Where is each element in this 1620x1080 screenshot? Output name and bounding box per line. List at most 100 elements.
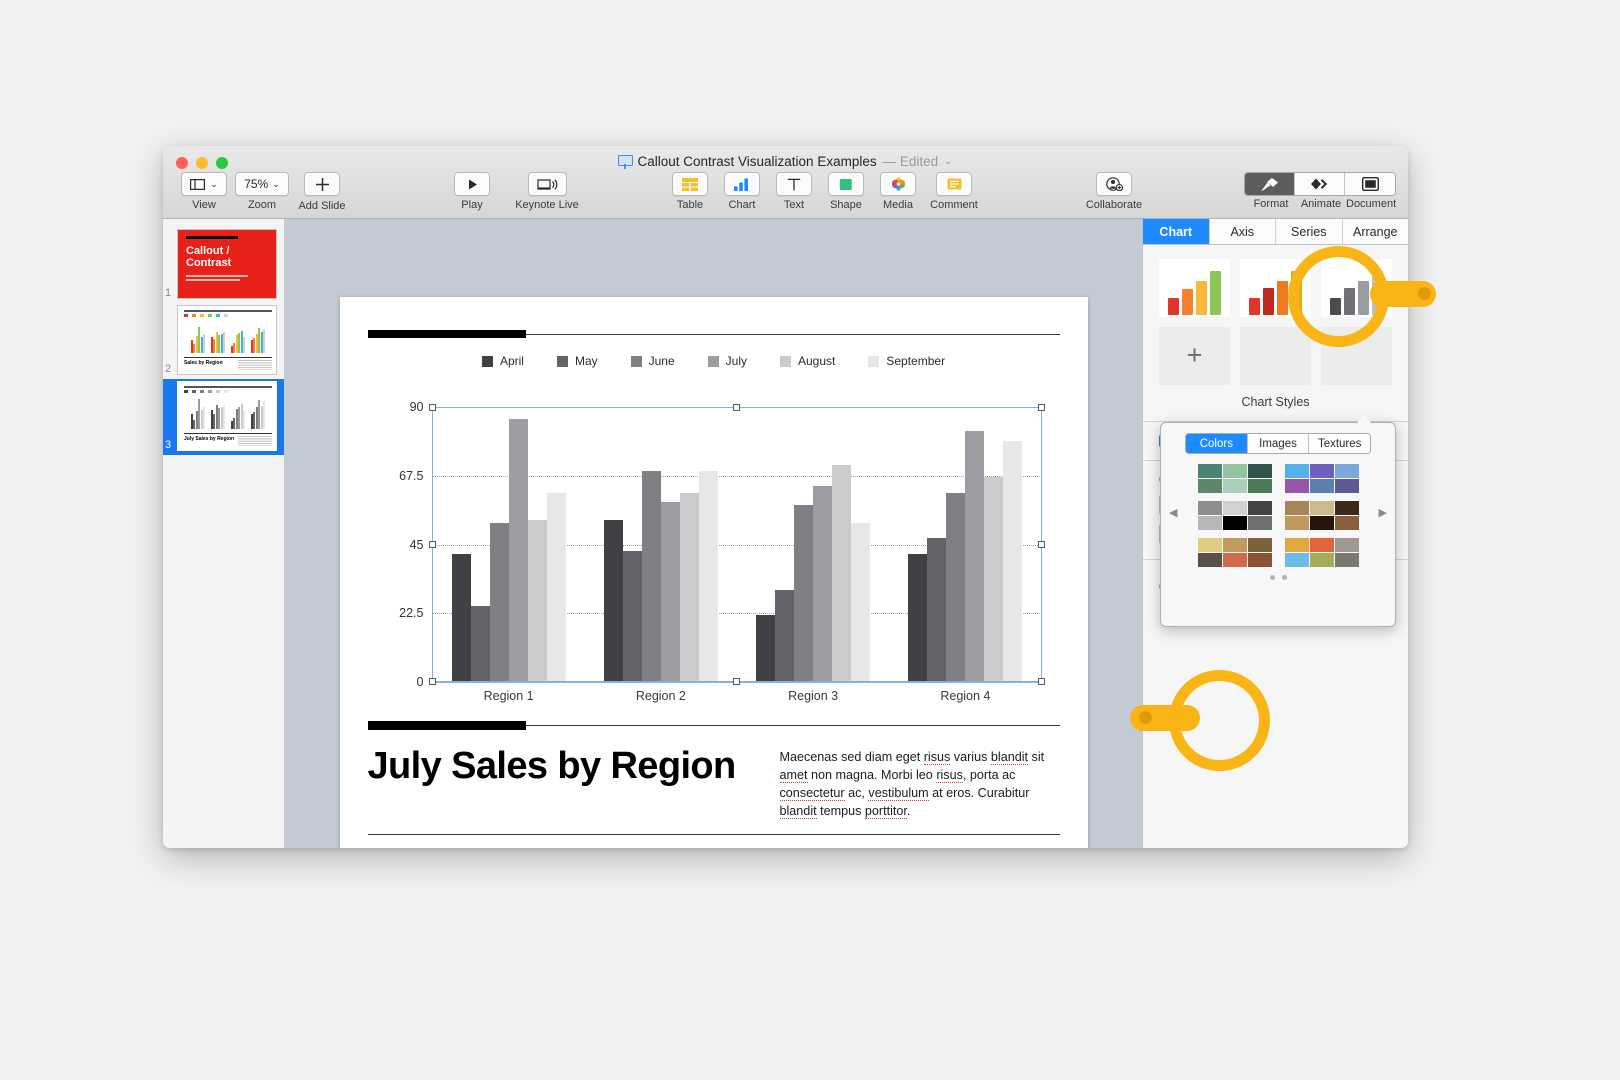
plus-icon	[315, 177, 329, 191]
palette-set-grayscale[interactable]	[1197, 501, 1272, 530]
toolbar-shape[interactable]: Shape	[817, 172, 875, 211]
toolbar-view[interactable]: ⌄ View	[175, 172, 233, 211]
toolbar-zoom[interactable]: 75% ⌄ Zoom	[233, 172, 291, 211]
slide-title[interactable]: July Sales by Region	[368, 746, 768, 787]
chevron-down-icon[interactable]: ⌄	[944, 156, 952, 167]
view-button[interactable]: ⌄	[181, 172, 227, 196]
shape-button[interactable]	[828, 172, 864, 196]
top-rule	[367, 330, 1060, 338]
chart-label: Chart	[728, 199, 756, 211]
media-label: Media	[883, 199, 913, 211]
chart-style-empty-2[interactable]	[1321, 327, 1392, 385]
chart-style-empty-1[interactable]	[1240, 327, 1311, 385]
text-button[interactable]	[776, 172, 812, 196]
document-toggle[interactable]	[1345, 173, 1395, 195]
resize-handle[interactable]	[732, 404, 740, 411]
format-inspector: Chart Axis Series Arrange + Chart Styles…	[1142, 219, 1408, 848]
comment-label: Comment	[930, 199, 978, 211]
tab-arrange[interactable]: Arrange	[1342, 219, 1408, 244]
legend-item-july: July	[707, 354, 747, 368]
media-button[interactable]	[880, 172, 916, 196]
legend-swatch	[630, 355, 642, 367]
tab-axis[interactable]: Axis	[1209, 219, 1276, 244]
collaborate-button[interactable]	[1096, 172, 1132, 196]
palette-set-warm[interactable]	[1284, 538, 1359, 567]
chart-style-red-orange[interactable]	[1159, 259, 1230, 317]
chevron-down-icon: ⌄	[210, 178, 218, 189]
slide-canvas[interactable]: April May June July August September 90 …	[285, 219, 1142, 848]
chart-style-grayscale[interactable]	[1321, 259, 1392, 317]
shape-label: Shape	[830, 199, 862, 211]
chart-style-red-orange-gold[interactable]	[1240, 259, 1311, 317]
resize-handle[interactable]	[1037, 404, 1045, 411]
play-button[interactable]	[454, 172, 490, 196]
resize-handle[interactable]	[428, 678, 436, 685]
slide-thumbnail-2[interactable]: 2 Sales by Region	[163, 303, 284, 379]
toolbar-comment[interactable]: Comment	[921, 172, 987, 211]
palette-column-right	[1284, 464, 1359, 567]
keynote-live-label: Keynote Live	[515, 199, 579, 211]
chart-legend: April May June July August September	[340, 354, 1088, 368]
legend-label: June	[648, 354, 675, 368]
palette-grid: ◀ ▶	[1161, 464, 1395, 567]
palette-set-tan[interactable]	[1197, 538, 1272, 567]
view-label: View	[192, 199, 216, 211]
thumbnail-image: Sales by Region	[177, 305, 277, 375]
magnifier-handle-knob	[1418, 287, 1431, 300]
inspector-toggle-group	[1244, 172, 1396, 196]
zoom-button[interactable]: 75% ⌄	[235, 172, 289, 196]
thumbnail-image: July Sales by Region	[177, 381, 277, 451]
add-slide-button[interactable]	[304, 172, 340, 196]
table-button[interactable]	[672, 172, 708, 196]
format-toggle[interactable]	[1245, 173, 1295, 195]
keynote-live-button[interactable]	[527, 172, 567, 196]
toolbar-add-slide[interactable]: Add Slide	[293, 172, 351, 212]
popover-tab-colors[interactable]: Colors	[1186, 434, 1248, 453]
palette-set-blue-purple[interactable]	[1284, 464, 1359, 493]
pager-dot[interactable]	[1269, 575, 1275, 580]
chart-colors-popover[interactable]: Colors Images Textures ◀ ▶	[1160, 415, 1396, 627]
toolbar-chart[interactable]: Chart	[713, 172, 771, 211]
popover-tab-images[interactable]: Images	[1247, 434, 1310, 453]
bar-chart[interactable]: 90 67.5 45 22.5 0 Region 1 Region 2 Regi…	[388, 397, 1045, 703]
palette-set-green[interactable]	[1197, 464, 1272, 493]
toolbar-keynote-live[interactable]: Keynote Live	[501, 172, 593, 211]
bar-chart-icon	[734, 178, 748, 191]
text-label: Text	[783, 199, 805, 211]
slide-body-text[interactable]: Maecenas sed diam eget risus varius blan…	[779, 749, 1060, 821]
slide-thumbnail-1[interactable]: 1 Callout / Contrast	[163, 227, 284, 303]
palette-prev-arrow[interactable]: ◀	[1169, 464, 1182, 519]
slide-navigator[interactable]: 1 Callout / Contrast 2 Sales by Region 3…	[163, 219, 285, 848]
legend-swatch	[868, 355, 880, 367]
resize-handle[interactable]	[1037, 540, 1045, 548]
popover-tab-textures[interactable]: Textures	[1309, 434, 1370, 453]
y-tick: 67.5	[399, 468, 424, 483]
legend-label: September	[886, 354, 946, 368]
resize-handle[interactable]	[1037, 678, 1045, 685]
thumbnail-title: Sales by Region	[184, 360, 223, 366]
animate-toggle[interactable]	[1295, 173, 1345, 195]
toolbar-play[interactable]: Play	[443, 172, 501, 211]
chart-button[interactable]	[724, 172, 760, 196]
y-tick: 90	[409, 400, 424, 414]
comment-button[interactable]	[936, 172, 972, 196]
tab-series[interactable]: Series	[1276, 219, 1343, 244]
resize-handle[interactable]	[428, 404, 436, 411]
window-toolbar: Callout Contrast Visualization Examples …	[163, 146, 1408, 219]
pager-dot[interactable]	[1281, 575, 1287, 580]
slide-thumbnail-3[interactable]: 3 July Sales by Region	[163, 379, 284, 455]
palette-next-arrow[interactable]: ▶	[1374, 464, 1387, 519]
toolbar-media[interactable]: Media	[869, 172, 927, 211]
chart-selection-frame[interactable]	[428, 404, 1045, 685]
resize-handle[interactable]	[732, 678, 740, 685]
resize-handle[interactable]	[428, 540, 436, 548]
slide-number: 3	[165, 439, 172, 451]
chart-style-add-button[interactable]: +	[1159, 327, 1230, 385]
document-label: Document	[1346, 198, 1397, 210]
palette-set-brown[interactable]	[1284, 501, 1359, 530]
middle-rule	[367, 721, 1060, 730]
toolbar-text[interactable]: Text	[765, 172, 823, 211]
toolbar-table[interactable]: Table	[661, 172, 719, 211]
tab-chart[interactable]: Chart	[1143, 219, 1210, 244]
toolbar-collaborate[interactable]: Collaborate	[1075, 172, 1153, 211]
